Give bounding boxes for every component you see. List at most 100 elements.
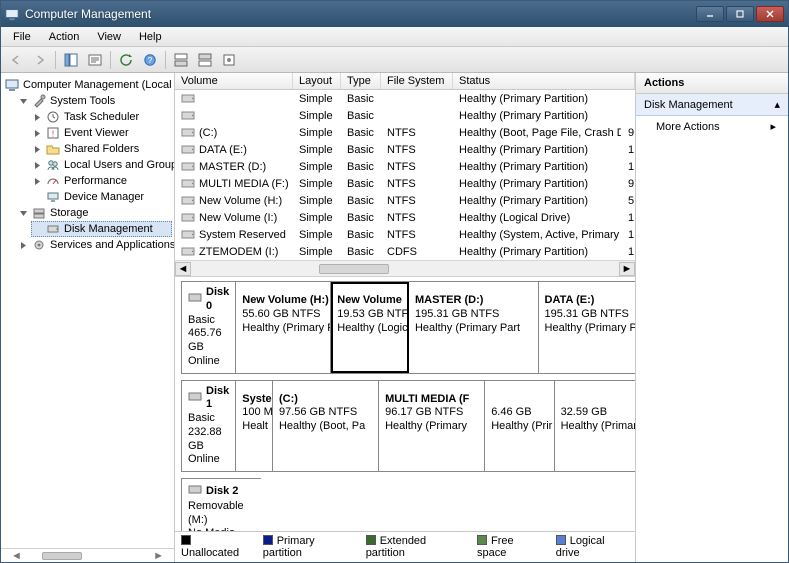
legend-swatch: [181, 535, 191, 545]
disk-info[interactable]: Disk 2Removable (M:)No Media: [181, 478, 261, 531]
volume-row[interactable]: SimpleBasicHealthy (Primary Partition): [175, 90, 635, 107]
volume-icon: [181, 143, 195, 155]
menu-help[interactable]: Help: [131, 29, 170, 45]
volume-trailing: 5: [622, 193, 635, 209]
partition[interactable]: DATA (E:)195.31 GB NTFSHealthy (Primary …: [539, 282, 635, 373]
expand-icon[interactable]: [33, 129, 42, 138]
column-volume[interactable]: Volume: [175, 73, 293, 89]
tree-services[interactable]: Services and Applications: [17, 237, 172, 253]
volume-status: Healthy (Primary Partition): [453, 176, 622, 192]
volume-name: New Volume (H:): [199, 195, 282, 207]
tree-node-label: Task Scheduler: [64, 111, 139, 123]
disk-icon: [46, 222, 60, 236]
partition[interactable]: 6.46 GBHealthy (Prir: [485, 381, 554, 472]
tree-device-manager[interactable]: Device Manager: [31, 189, 172, 205]
partition-status: Healt: [242, 420, 266, 434]
actions-group-disk-management[interactable]: Disk Management ▴: [636, 94, 788, 116]
volume-layout: Simple: [293, 227, 341, 243]
menu-view[interactable]: View: [89, 29, 129, 45]
volume-row[interactable]: New Volume (H:)SimpleBasicNTFSHealthy (P…: [175, 192, 635, 209]
view-top-button[interactable]: [170, 50, 192, 70]
volume-row[interactable]: (C:)SimpleBasicNTFSHealthy (Boot, Page F…: [175, 124, 635, 141]
menu-bar: File Action View Help: [1, 27, 788, 47]
expand-icon[interactable]: [33, 161, 42, 170]
refresh-button[interactable]: [115, 50, 137, 70]
volume-fs: NTFS: [381, 159, 453, 175]
tree-task-scheduler[interactable]: Task Scheduler: [31, 109, 172, 125]
maximize-button[interactable]: [726, 6, 754, 22]
column-layout[interactable]: Layout: [293, 73, 341, 89]
collapse-icon[interactable]: [19, 97, 28, 106]
disk-icon: [188, 390, 202, 407]
tree-performance[interactable]: Performance: [31, 173, 172, 189]
tree-local-users[interactable]: Local Users and Groups: [31, 157, 172, 173]
partition-title: MULTI MEDIA (F: [385, 393, 478, 407]
expand-icon[interactable]: [33, 145, 42, 154]
close-button[interactable]: [756, 6, 784, 22]
expand-icon[interactable]: [33, 113, 42, 122]
navigation-tree[interactable]: Computer Management (Local System Tools …: [1, 73, 174, 548]
disk-info[interactable]: Disk 0Basic465.76 GBOnline: [181, 281, 235, 374]
tree-root[interactable]: Computer Management (Local: [3, 77, 172, 93]
volume-row[interactable]: System ReservedSimpleBasicNTFSHealthy (S…: [175, 226, 635, 243]
tree-node-label: System Tools: [50, 95, 115, 107]
tree-storage[interactable]: Storage: [17, 205, 172, 221]
collapse-icon[interactable]: [19, 209, 28, 218]
disk-info[interactable]: Disk 1Basic232.88 GBOnline: [181, 380, 235, 473]
volume-row[interactable]: MASTER (D:)SimpleBasicNTFSHealthy (Prima…: [175, 158, 635, 175]
volume-fs: NTFS: [381, 210, 453, 226]
expand-icon[interactable]: [19, 241, 28, 250]
volume-row[interactable]: DATA (E:)SimpleBasicNTFSHealthy (Primary…: [175, 141, 635, 158]
legend-swatch: [366, 535, 376, 545]
menu-file[interactable]: File: [5, 29, 39, 45]
tree-horizontal-scrollbar[interactable]: ◄►: [1, 548, 174, 562]
tree-node-label: Device Manager: [64, 191, 144, 203]
column-type[interactable]: Type: [341, 73, 381, 89]
expand-icon[interactable]: [33, 177, 42, 186]
legend-item: Primary partition: [263, 535, 354, 559]
partition-title: (C:): [279, 393, 372, 407]
users-icon: [46, 158, 60, 172]
partition[interactable]: Syste100 MHealt: [236, 381, 273, 472]
tree-event-viewer[interactable]: ! Event Viewer: [31, 125, 172, 141]
partition-title: DATA (E:): [545, 294, 635, 308]
menu-action[interactable]: Action: [41, 29, 88, 45]
tree-disk-management[interactable]: Disk Management: [31, 221, 172, 237]
legend-swatch: [556, 535, 566, 545]
svg-text:!: !: [52, 130, 54, 139]
volume-row[interactable]: MULTI MEDIA (F:)SimpleBasicNTFSHealthy (…: [175, 175, 635, 192]
volume-icon: [181, 92, 195, 104]
actions-item-more-actions[interactable]: More Actions ▸: [636, 116, 788, 137]
settings-button[interactable]: [218, 50, 240, 70]
partition-title: [491, 393, 547, 407]
partition[interactable]: MULTI MEDIA (F96.17 GB NTFSHealthy (Prim…: [379, 381, 485, 472]
volume-type: Basic: [341, 193, 381, 209]
help-button[interactable]: ?: [139, 50, 161, 70]
volume-name: (C:): [199, 127, 217, 139]
disk-partitions: [261, 478, 629, 531]
partition[interactable]: (C:)97.56 GB NTFSHealthy (Boot, Pa: [273, 381, 379, 472]
show-hide-tree-button[interactable]: [60, 50, 82, 70]
properties-button[interactable]: [84, 50, 106, 70]
minimize-button[interactable]: [696, 6, 724, 22]
volume-icon: [181, 245, 195, 257]
partition[interactable]: New Volume (H:)55.60 GB NTFSHealthy (Pri…: [236, 282, 331, 373]
volume-row[interactable]: New Volume (I:)SimpleBasicNTFSHealthy (L…: [175, 209, 635, 226]
volume-row[interactable]: SimpleBasicHealthy (Primary Partition): [175, 107, 635, 124]
volume-list-scrollbar[interactable]: ◄►: [175, 260, 635, 276]
column-filesystem[interactable]: File System: [381, 73, 453, 89]
column-status[interactable]: Status: [453, 73, 635, 89]
partition[interactable]: New Volume19.53 GB NTFSHealthy (Logic: [331, 282, 409, 373]
tree-node-label: Event Viewer: [64, 127, 129, 139]
partition[interactable]: MASTER (D:)195.31 GB NTFSHealthy (Primar…: [409, 282, 539, 373]
partition[interactable]: 32.59 GBHealthy (Primary: [555, 381, 635, 472]
view-bottom-button[interactable]: [194, 50, 216, 70]
tree-system-tools[interactable]: System Tools: [17, 93, 172, 109]
volume-trailing: 1: [622, 244, 635, 260]
disk-status: Online: [188, 453, 229, 467]
volume-fs: NTFS: [381, 142, 453, 158]
tree-shared-folders[interactable]: Shared Folders: [31, 141, 172, 157]
volume-type: Basic: [341, 91, 381, 107]
volume-row[interactable]: ZTEMODEM (I:)SimpleBasicCDFSHealthy (Pri…: [175, 243, 635, 260]
actions-group-label: Disk Management: [644, 99, 733, 111]
